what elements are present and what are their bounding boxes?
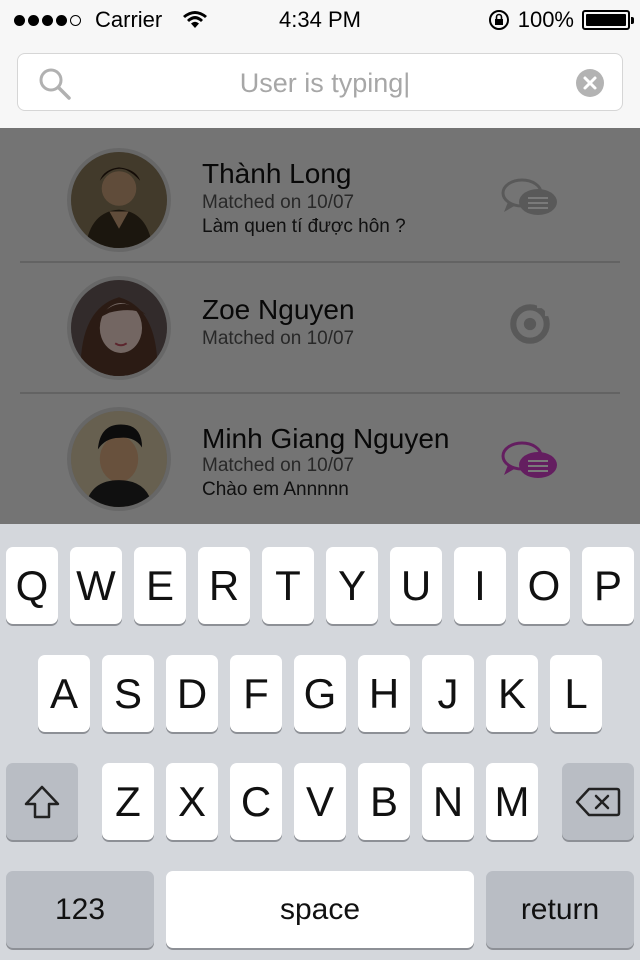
key-d[interactable]: D xyxy=(166,655,218,732)
backspace-icon xyxy=(575,787,621,816)
search-icon xyxy=(39,68,71,100)
key-s[interactable]: S xyxy=(102,655,154,732)
target-icon[interactable] xyxy=(500,302,560,346)
key-w[interactable]: W xyxy=(70,547,122,624)
matched-date: Matched on 10/07 xyxy=(202,192,355,213)
key-t[interactable]: T xyxy=(262,547,314,624)
battery-percent: 100% xyxy=(517,7,574,32)
numbers-key[interactable]: 123 xyxy=(6,871,154,948)
return-key[interactable]: return xyxy=(486,871,634,948)
backspace-key[interactable] xyxy=(562,763,634,840)
last-message: Làm quen tí được hôn ? xyxy=(202,216,406,237)
key-n[interactable]: N xyxy=(422,763,474,840)
key-i[interactable]: I xyxy=(454,547,506,624)
key-u[interactable]: U xyxy=(390,547,442,624)
chat-bubbles-purple-icon[interactable] xyxy=(500,439,560,483)
key-x[interactable]: X xyxy=(166,763,218,840)
shift-icon xyxy=(24,785,60,818)
key-v[interactable]: V xyxy=(294,763,346,840)
keyboard: Q W E R T Y U I O P A S D F G H J K L Z … xyxy=(0,524,640,960)
key-a[interactable]: A xyxy=(38,655,90,732)
status-bar: Carrier 4:34 PM 100% xyxy=(0,0,640,40)
rotation-lock-icon xyxy=(488,10,509,30)
key-l[interactable]: L xyxy=(550,655,602,732)
avatar xyxy=(67,407,171,511)
contact-name: Minh Giang Nguyen xyxy=(202,423,450,454)
list-item[interactable]: Minh Giang Nguyen Matched on 10/07 Chào … xyxy=(0,393,640,524)
key-h[interactable]: H xyxy=(358,655,410,732)
clear-icon[interactable] xyxy=(576,69,604,97)
search-bar: User is typing| xyxy=(0,40,640,128)
battery-icon xyxy=(582,10,634,30)
key-q[interactable]: Q xyxy=(6,547,58,624)
shift-key[interactable] xyxy=(6,763,78,840)
key-f[interactable]: F xyxy=(230,655,282,732)
matched-date: Matched on 10/07 xyxy=(202,455,355,476)
key-r[interactable]: R xyxy=(198,547,250,624)
list-item[interactable]: Zoe Nguyen Matched on 10/07 xyxy=(0,262,640,394)
matches-list: Thành Long Matched on 10/07 Làm quen tí … xyxy=(0,128,640,524)
key-c[interactable]: C xyxy=(230,763,282,840)
avatar xyxy=(67,276,171,380)
key-j[interactable]: J xyxy=(422,655,474,732)
space-key[interactable]: space xyxy=(166,871,474,948)
contact-name: Zoe Nguyen xyxy=(202,294,355,325)
key-b[interactable]: B xyxy=(358,763,410,840)
search-box[interactable]: User is typing| xyxy=(17,53,623,111)
key-g[interactable]: G xyxy=(294,655,346,732)
key-o[interactable]: O xyxy=(518,547,570,624)
matched-date: Matched on 10/07 xyxy=(202,328,355,349)
contact-name: Thành Long xyxy=(202,158,352,189)
key-p[interactable]: P xyxy=(582,547,634,624)
chat-bubbles-icon[interactable] xyxy=(500,176,560,220)
key-z[interactable]: Z xyxy=(102,763,154,840)
last-message: Chào em Annnnn xyxy=(202,479,349,500)
list-item[interactable]: Thành Long Matched on 10/07 Làm quen tí … xyxy=(0,128,640,260)
search-input[interactable]: User is typing| xyxy=(88,54,562,112)
status-right: 100% xyxy=(488,0,634,40)
key-y[interactable]: Y xyxy=(326,547,378,624)
key-k[interactable]: K xyxy=(486,655,538,732)
avatar xyxy=(67,148,171,252)
key-e[interactable]: E xyxy=(134,547,186,624)
key-m[interactable]: M xyxy=(486,763,538,840)
